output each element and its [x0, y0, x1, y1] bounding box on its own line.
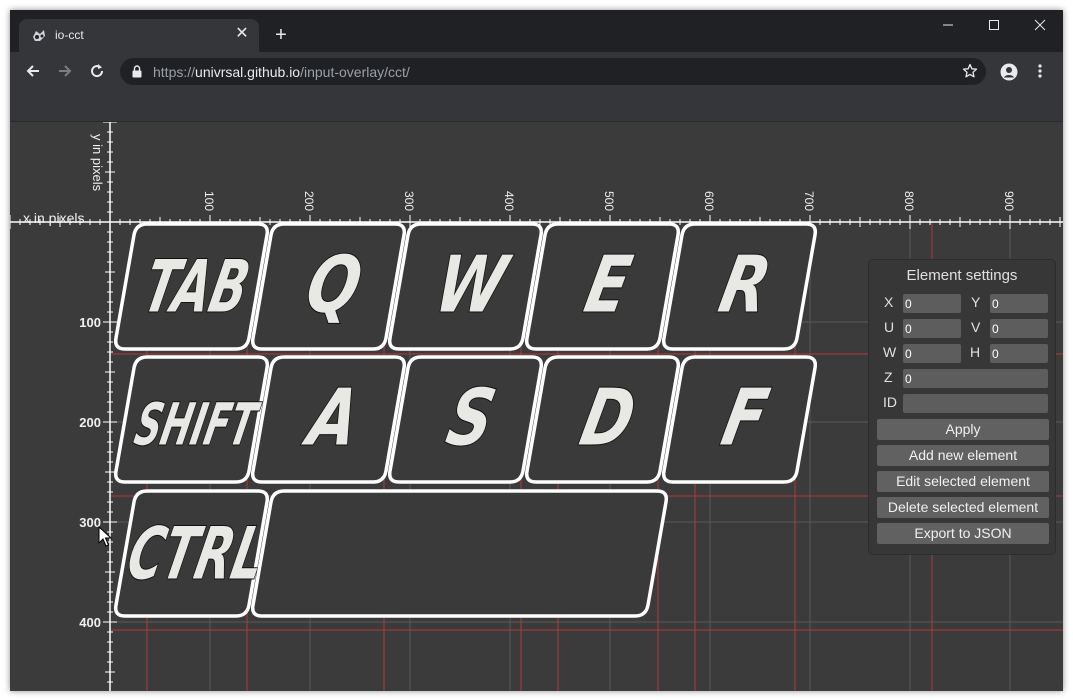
- x-tick-label: 500: [602, 191, 616, 211]
- reload-icon: [91, 64, 104, 78]
- maximize-button[interactable]: [971, 10, 1017, 40]
- u-field[interactable]: [903, 319, 961, 338]
- v-label: V: [971, 319, 981, 335]
- minimize-button[interactable]: [925, 10, 971, 40]
- x-tick-label: 700: [802, 191, 816, 211]
- w-label: W: [883, 344, 897, 360]
- u-label: U: [884, 319, 895, 335]
- url-text: https://univrsal.github.io/input-overlay…: [153, 64, 410, 80]
- new-tab-button[interactable]: +: [270, 24, 292, 46]
- menu-button[interactable]: [1028, 59, 1052, 83]
- x-tick-label: 800: [902, 191, 916, 211]
- y-axis-label: y in pixels: [90, 134, 105, 192]
- maximize-icon: [989, 20, 999, 30]
- x-tick-label: 900: [1002, 191, 1016, 211]
- id-field[interactable]: [903, 394, 1048, 413]
- y-tick-label: 100: [79, 315, 101, 330]
- url-path: /input-overlay/cct/: [300, 64, 410, 80]
- x-tick-label: 200: [302, 191, 316, 211]
- forward-button[interactable]: [53, 59, 77, 83]
- key-label: CTRL: [121, 511, 273, 596]
- profile-icon: [1000, 63, 1018, 81]
- x-tick-label: 400: [502, 191, 516, 211]
- h-label: H: [970, 344, 981, 360]
- tab-title: io-cct: [55, 28, 84, 42]
- id-label: ID: [883, 394, 897, 410]
- key-cap[interactable]: [250, 489, 669, 618]
- y-label: Y: [971, 294, 981, 310]
- favicon-icon: [31, 28, 47, 44]
- element-settings-panel: Element settings X Y U V W H Z ID Apply …: [868, 259, 1056, 555]
- edit-element-button[interactable]: Edit selected element: [877, 471, 1049, 492]
- tab-close-icon[interactable]: ✕: [233, 25, 251, 43]
- x-field[interactable]: [903, 294, 961, 313]
- address-bar[interactable]: https://univrsal.github.io/input-overlay…: [120, 58, 986, 85]
- close-icon: [1034, 19, 1046, 31]
- browser-tab[interactable]: io-cct ✕: [19, 19, 259, 52]
- x-tick-label: 300: [402, 191, 416, 211]
- profile-button[interactable]: [996, 59, 1020, 83]
- key-label: SHIFT: [129, 390, 265, 459]
- url-scheme: https://: [153, 64, 196, 80]
- export-json-button[interactable]: Export to JSON: [877, 523, 1049, 544]
- tab-strip: io-cct ✕ +: [10, 10, 1063, 52]
- lock-icon: [132, 65, 142, 83]
- browser-window: io-cct ✕ + https://univrsal.github.io/in…: [10, 10, 1063, 691]
- back-button[interactable]: [21, 59, 45, 83]
- mouse-cursor-icon: [98, 526, 112, 547]
- cct-canvas-page[interactable]: 100 200 300 400 500 600 700 800 900 100 200 300 400 …: [10, 122, 1063, 691]
- x-axis-label: x in pixels: [23, 210, 84, 226]
- forward-arrow-icon: [59, 65, 72, 77]
- v-field[interactable]: [990, 319, 1048, 338]
- back-arrow-icon: [26, 65, 39, 77]
- close-window-button[interactable]: [1017, 10, 1063, 40]
- z-label: Z: [884, 369, 893, 385]
- panel-title: Element settings: [906, 267, 1018, 284]
- h-field[interactable]: [990, 344, 1048, 363]
- add-element-button[interactable]: Add new element: [877, 445, 1049, 466]
- minimize-icon: [943, 24, 953, 26]
- z-field[interactable]: [903, 369, 1048, 388]
- y-tick-label: 200: [79, 415, 101, 430]
- y-tick-label: 400: [79, 615, 101, 630]
- x-tick-label: 600: [702, 191, 716, 211]
- delete-element-button[interactable]: Delete selected element: [877, 497, 1049, 518]
- bookmark-star-icon[interactable]: [962, 63, 978, 84]
- bookmarks-bar: [10, 90, 1063, 122]
- reload-button[interactable]: [85, 59, 109, 83]
- url-host: univrsal.github.io: [195, 64, 301, 80]
- x-tick-label: 100: [202, 191, 216, 211]
- browser-toolbar: https://univrsal.github.io/input-overlay…: [10, 52, 1063, 90]
- more-vert-icon: [1038, 64, 1042, 78]
- key-label: TAB: [137, 244, 257, 329]
- y-field[interactable]: [990, 294, 1048, 313]
- apply-button[interactable]: Apply: [877, 419, 1049, 440]
- x-label: X: [884, 294, 894, 310]
- w-field[interactable]: [903, 344, 961, 363]
